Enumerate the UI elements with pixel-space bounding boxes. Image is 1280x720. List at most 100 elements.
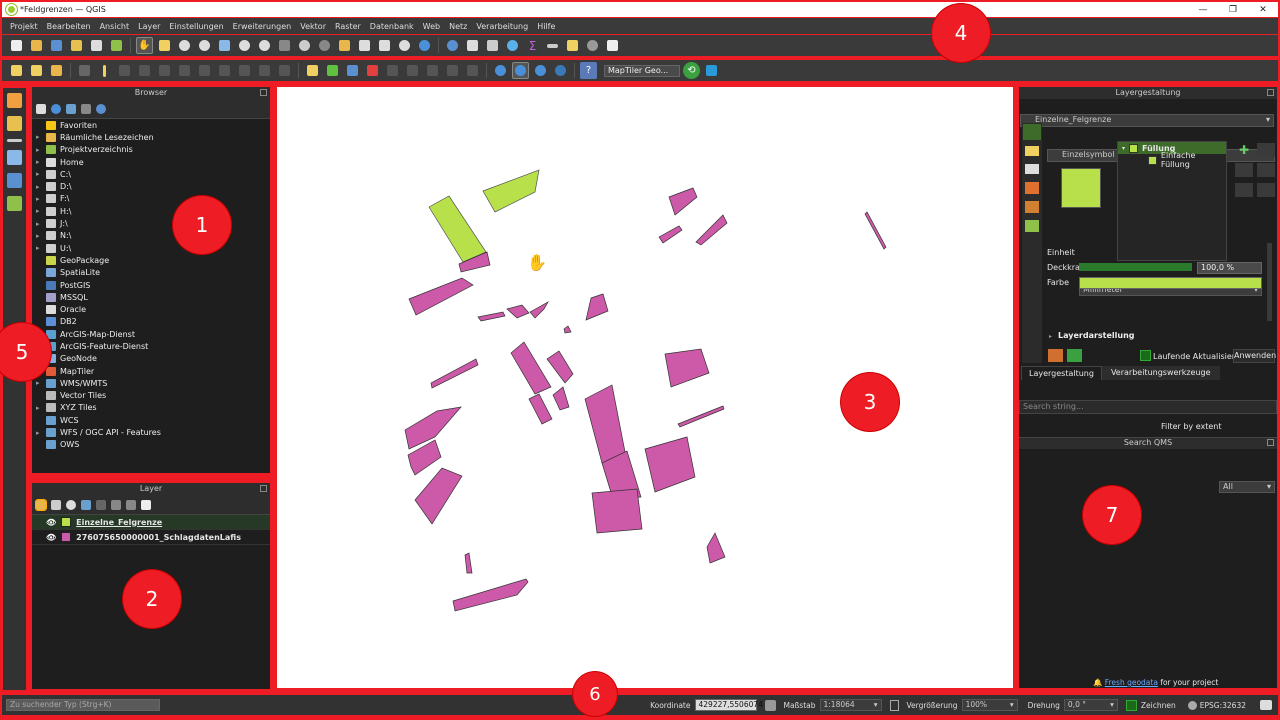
zoom-last-icon[interactable] (296, 37, 313, 54)
fresh-geodata-link[interactable]: Fresh geodata (1105, 678, 1158, 687)
menu-vektor[interactable]: Vektor (300, 22, 326, 31)
globe-icon[interactable] (492, 62, 509, 79)
menu-projekt[interactable]: Projekt (10, 22, 38, 31)
menu-layer[interactable]: Layer (138, 22, 160, 31)
browser-item[interactable]: ▸ XYZ Tiles (32, 402, 270, 414)
field-polygon[interactable] (529, 301, 549, 319)
opacity-input[interactable]: 100,0 % (1197, 262, 1262, 274)
highlight-labels-icon[interactable] (344, 62, 361, 79)
zoom-out-icon[interactable] (196, 37, 213, 54)
layer-style-icon[interactable] (35, 498, 47, 511)
expand-arrow-icon[interactable]: ▸ (36, 195, 46, 203)
3d-view-tab-icon[interactable] (1025, 182, 1039, 194)
scale-select[interactable]: 1:18064 (819, 699, 882, 711)
field-polygon[interactable] (706, 532, 726, 564)
paste-features-icon[interactable] (236, 62, 253, 79)
sum-icon[interactable]: Σ (524, 37, 541, 54)
field-polygon[interactable] (482, 169, 540, 213)
browser-item[interactable]: ▸ WFS / OGC API - Features (32, 426, 270, 438)
expand-arrow-icon[interactable]: ▸ (36, 146, 46, 154)
layer-item[interactable]: 👁 Einzelne_Felgrenze (32, 515, 270, 530)
toggle-editing-icon[interactable] (96, 62, 113, 79)
browser-item[interactable]: ▸ Räumliche Lesezeichen (32, 131, 270, 143)
field-polygon[interactable] (664, 348, 710, 388)
browser-item[interactable]: ArcGIS-Feature-Dienst (32, 340, 270, 352)
add-feature-icon[interactable] (136, 62, 153, 79)
add-symbol-layer-icon[interactable]: ✚ (1235, 143, 1253, 157)
filter-extent-select[interactable]: All (1219, 481, 1275, 493)
browser-item[interactable]: MSSQL (32, 291, 270, 303)
menu-hilfe[interactable]: Hilfe (537, 22, 555, 31)
measure-icon[interactable] (544, 37, 561, 54)
deselect-icon[interactable] (48, 62, 65, 79)
field-polygon[interactable] (452, 578, 529, 612)
zoom-selection-icon[interactable] (236, 37, 253, 54)
browser-item[interactable]: ArcGIS-Map-Dienst (32, 328, 270, 340)
expand-arrow-icon[interactable]: ▸ (36, 220, 46, 228)
save-as-icon[interactable] (68, 37, 85, 54)
lock-scale-icon[interactable] (889, 699, 899, 711)
tab-layergestaltung[interactable]: Layergestaltung (1021, 366, 1102, 380)
browser-item[interactable]: ▸ J:\ (32, 217, 270, 229)
digitize-line-icon[interactable] (7, 150, 22, 165)
expand-arrow-icon[interactable]: ▸ (36, 170, 46, 178)
zoom-full-icon[interactable] (216, 37, 233, 54)
gear-icon[interactable] (504, 37, 521, 54)
browser-item[interactable]: ▸ N:\ (32, 230, 270, 242)
field-polygon[interactable] (430, 358, 479, 389)
menu-raster[interactable]: Raster (335, 22, 361, 31)
render-checkbox[interactable] (1125, 699, 1137, 711)
expand-all-icon[interactable] (111, 499, 121, 510)
browser-item[interactable]: ▸ H:\ (32, 205, 270, 217)
layer-symbol-swatch[interactable] (61, 532, 72, 542)
collapse-all-icon[interactable] (126, 499, 136, 510)
expand-arrow-icon[interactable]: ▸ (36, 133, 46, 141)
browser-item[interactable]: GeoPackage (32, 254, 270, 266)
collapse-all-icon[interactable] (81, 103, 91, 114)
labels-tab-icon[interactable] (1025, 146, 1039, 156)
magnifier-input[interactable]: 100% (961, 699, 1018, 711)
history-tab-icon[interactable] (1025, 220, 1039, 232)
expand-arrow-icon[interactable]: ▸ (36, 232, 46, 240)
share-icon[interactable]: ⟲ (683, 62, 700, 79)
menu-verarbeitung[interactable]: Verarbeitung (476, 22, 528, 31)
remove-layer-icon[interactable] (141, 499, 151, 510)
field-polygon[interactable] (464, 552, 473, 574)
browser-item[interactable]: ▸ U:\ (32, 242, 270, 254)
info-icon[interactable] (96, 103, 106, 114)
filter-expression-icon[interactable] (96, 499, 106, 510)
new-map-view-icon[interactable] (336, 37, 353, 54)
layer-symbol-swatch[interactable] (61, 517, 72, 527)
diagrams-tab-icon[interactable] (1025, 201, 1039, 213)
duplicate-symbol-layer-icon[interactable] (1235, 183, 1253, 197)
cut-features-icon[interactable] (196, 62, 213, 79)
field-polygon[interactable] (591, 488, 643, 534)
move-label-icon[interactable] (384, 62, 401, 79)
select-features-icon[interactable] (8, 62, 25, 79)
layer-select[interactable]: Einzelne_Felgrenze (1020, 114, 1274, 127)
pan-to-selection-icon[interactable] (156, 37, 173, 54)
globe-grid-icon[interactable] (512, 62, 529, 79)
label-options-icon[interactable] (464, 62, 481, 79)
layer-rendering-section[interactable]: ▸ Layerdarstellung (1049, 331, 1135, 340)
add-delimited-text-icon[interactable] (7, 139, 22, 142)
save-edits-icon[interactable] (116, 62, 133, 79)
vertex-tool-icon[interactable] (156, 62, 173, 79)
python-icon[interactable] (552, 62, 569, 79)
menu-datenbank[interactable]: Datenbank (370, 22, 414, 31)
browser-item[interactable]: DB2 (32, 316, 270, 328)
field-polygon[interactable] (644, 436, 696, 493)
browser-item[interactable]: SpatiaLite (32, 267, 270, 279)
crs-button[interactable]: EPSG:32632 (1187, 700, 1246, 710)
attribute-table-icon[interactable] (464, 37, 481, 54)
move-down-icon[interactable] (1257, 163, 1275, 177)
browser-item[interactable]: ▸ Home (32, 156, 270, 168)
menu-erweiterungen[interactable]: Erweiterungen (233, 22, 292, 31)
filter-icon[interactable] (66, 103, 76, 114)
remove-symbol-layer-icon[interactable] (1235, 163, 1253, 177)
browser-item[interactable]: WCS (32, 414, 270, 426)
label-tool-icon[interactable] (304, 62, 321, 79)
field-polygon[interactable] (695, 214, 728, 246)
refresh-icon[interactable] (416, 37, 433, 54)
field-polygon[interactable] (506, 304, 530, 319)
